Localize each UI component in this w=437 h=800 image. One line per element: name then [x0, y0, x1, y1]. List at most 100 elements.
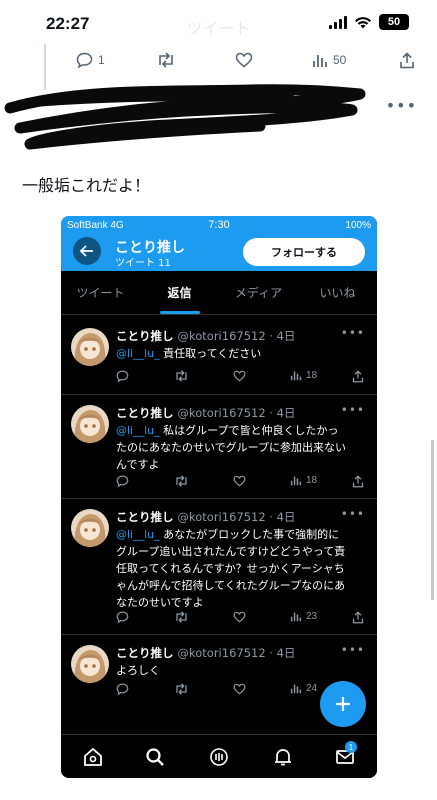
status-time: 22:27: [46, 14, 90, 33]
post-views-button[interactable]: 18: [290, 370, 317, 381]
status-icons: 50: [329, 14, 409, 30]
retweet-icon: [176, 475, 187, 487]
post-reply-button[interactable]: [116, 475, 129, 487]
post-like-button[interactable]: [233, 683, 246, 695]
share-icon: [400, 51, 414, 68]
post-share-button[interactable]: [352, 370, 364, 383]
like-button[interactable]: [235, 52, 253, 68]
nav-search[interactable]: [145, 747, 165, 771]
tab-tweets[interactable]: ツイート: [61, 271, 140, 314]
nav-messages[interactable]: 1: [335, 741, 357, 771]
reply-button[interactable]: 1: [76, 52, 105, 68]
tab-likes[interactable]: いいね: [298, 271, 377, 314]
mention-link[interactable]: @li__lu_: [116, 528, 160, 541]
inner-status-bar: SoftBank 4G 100% 7:30: [61, 216, 377, 234]
message-badge: 1: [345, 741, 357, 753]
post-handle: @kotori167512 · 4日: [177, 406, 296, 420]
views-count: 18: [306, 370, 318, 381]
home-icon: [84, 747, 102, 766]
post-author-name: ことり推し: [116, 510, 174, 524]
post-action-bar: 23: [116, 611, 366, 625]
post-retweet-button[interactable]: [174, 683, 189, 695]
post-author-name: ことり推し: [116, 406, 174, 420]
share-icon: [352, 370, 364, 383]
post-handle: @kotori167512 · 4日: [177, 510, 296, 524]
post-share-button[interactable]: [352, 611, 364, 624]
views-count: 23: [306, 611, 318, 622]
bell-icon: [275, 749, 291, 766]
battery-indicator: 50: [379, 14, 409, 30]
post-reply-button[interactable]: [116, 683, 129, 695]
back-button[interactable]: [73, 237, 101, 265]
tab-media[interactable]: メディア: [219, 271, 298, 314]
post-more-icon[interactable]: •••: [341, 507, 365, 521]
attached-screenshot[interactable]: SoftBank 4G 100% 7:30 ことり推し ツイート 11 フォロー…: [61, 216, 377, 778]
heart-icon: [233, 475, 246, 487]
post-text-line: 任取ってくれるんですか？せっかくアーシャち: [116, 562, 345, 575]
views-button[interactable]: 50: [312, 53, 346, 68]
follow-button[interactable]: フォローする: [243, 238, 365, 266]
views-icon: [290, 684, 302, 694]
status-bar: ツイート 22:27 50: [0, 0, 437, 48]
inner-time: 7:30: [208, 219, 230, 231]
reply-count: 1: [98, 53, 105, 67]
post-handle: @kotori167512 · 4日: [177, 329, 296, 343]
post-text: @li__lu_ あなたがブロックした事で強制的に グループ追い出されたんですけ…: [116, 526, 366, 611]
views-icon: [313, 54, 327, 67]
post-text: @li__lu_ 私はグループで皆と仲良くしたかっ たのにあなたのせいでグループ…: [116, 422, 366, 473]
avatar[interactable]: [71, 509, 109, 547]
reply-list: ことり推し @kotori167512 · 4日 ••• @li__lu_ 責任取…: [61, 315, 377, 735]
mention-link[interactable]: @li__lu_: [116, 347, 160, 360]
bottom-nav: 1: [61, 734, 377, 778]
post-more-icon[interactable]: •••: [341, 643, 365, 657]
tweet-action-bar: 1 50: [76, 50, 421, 70]
post-text-line: 私はグループで皆と仲良くしたかっ: [159, 424, 339, 437]
nav-spaces[interactable]: [209, 747, 229, 771]
tab-replies[interactable]: 返信: [140, 271, 219, 314]
reply-post[interactable]: ことり推し @kotori167512 · 4日 ••• @li__lu_ 責任取…: [61, 318, 377, 395]
post-like-button[interactable]: [233, 370, 246, 382]
reply-icon: [116, 611, 129, 623]
post-more-icon[interactable]: •••: [341, 326, 365, 340]
mention-link[interactable]: @li__lu_: [116, 424, 160, 437]
avatar[interactable]: [71, 405, 109, 443]
post-header: ことり推し @kotori167512 · 4日: [116, 509, 295, 525]
compose-tweet-button[interactable]: [320, 681, 366, 727]
share-button[interactable]: [399, 51, 415, 69]
reply-post[interactable]: ことり推し @kotori167512 · 4日 ••• @li__lu_ あなた…: [61, 499, 377, 635]
avatar[interactable]: [71, 645, 109, 683]
post-views-button[interactable]: 18: [290, 475, 317, 486]
reply-icon: [76, 52, 93, 68]
post-share-button[interactable]: [352, 475, 364, 488]
post-header: ことり推し @kotori167512 · 4日: [116, 645, 295, 661]
reply-icon: [116, 370, 129, 382]
heart-icon: [235, 52, 253, 68]
post-text-line: よろしく: [116, 664, 160, 677]
nav-notifications[interactable]: [273, 747, 293, 771]
post-text-line: たのにあなたのせいでグループに参加出来ない: [116, 441, 347, 454]
post-text-line: んですよ: [116, 458, 160, 471]
nav-home[interactable]: [83, 747, 103, 771]
post-views-button[interactable]: 23: [290, 611, 317, 622]
post-retweet-button[interactable]: [174, 611, 189, 623]
post-retweet-button[interactable]: [174, 475, 189, 487]
page-scrollbar[interactable]: [431, 440, 434, 600]
post-reply-button[interactable]: [116, 611, 129, 623]
post-views-button[interactable]: 24: [290, 683, 317, 694]
post-text-line: ゃんが呼んで招待してくれたグループなのにあ: [116, 579, 346, 592]
views-count: 50: [333, 53, 347, 67]
post-like-button[interactable]: [233, 475, 246, 487]
more-options-icon[interactable]: •••: [386, 96, 417, 115]
avatar[interactable]: [71, 328, 109, 366]
post-retweet-button[interactable]: [174, 370, 189, 382]
back-arrow-icon: [80, 245, 93, 257]
post-reply-button[interactable]: [116, 370, 129, 382]
wifi-icon: [355, 16, 371, 28]
views-icon: [290, 612, 302, 622]
retweet-icon: [176, 370, 187, 382]
heart-icon: [233, 683, 246, 695]
post-like-button[interactable]: [233, 611, 246, 623]
post-more-icon[interactable]: •••: [341, 403, 365, 417]
reply-post[interactable]: ことり推し @kotori167512 · 4日 ••• @li__lu_ 私はグ…: [61, 395, 377, 499]
retweet-button[interactable]: [156, 52, 176, 68]
